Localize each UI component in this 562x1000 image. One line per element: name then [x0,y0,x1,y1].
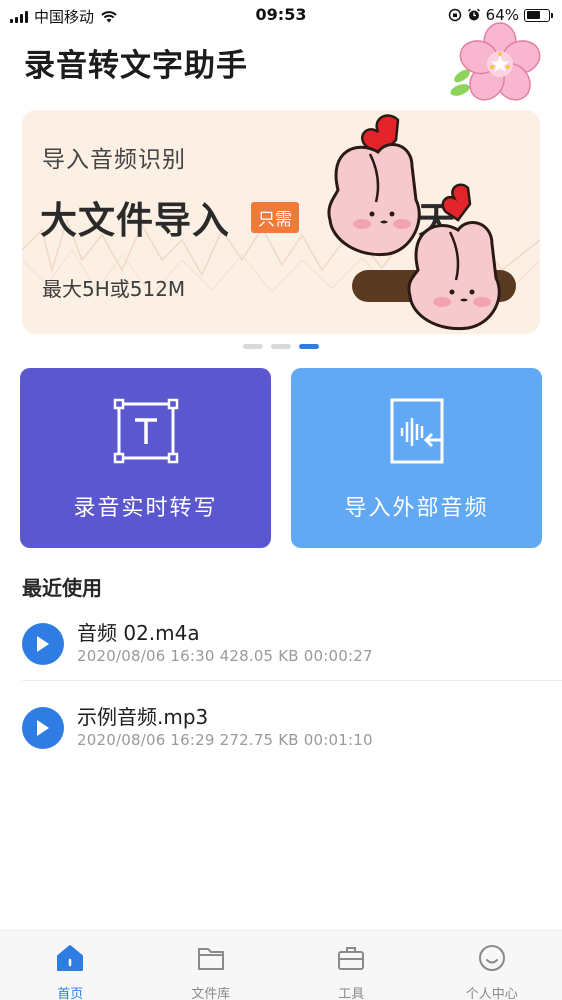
alarm-icon [467,8,480,21]
text-frame-icon [113,398,178,464]
file-meta: 2020/08/06 16:29 272.75 KB 00:01:10 [77,731,373,749]
file-name: 音频 02.m4a [77,621,200,645]
recent-file-item[interactable]: 音频 02.m4a 2020/08/06 16:30 428.05 KB 00:… [0,610,562,690]
pager-dot [271,344,291,349]
banner-headline: 大文件导入 [40,199,230,242]
battery-level [526,11,540,19]
recent-file-item[interactable]: 示例音频.mp3 2020/08/06 16:29 272.75 KB 00:0… [0,694,562,774]
tab-tools[interactable]: 工具 [281,931,422,1000]
record-realtime-card[interactable]: 录音实时转写 [20,368,271,548]
import-audio-file-icon [390,398,443,464]
play-icon [37,720,49,736]
record-realtime-label: 录音实时转写 [73,496,218,521]
flower-sticker-icon[interactable] [440,22,548,108]
tab-label: 个人中心 [465,987,518,1000]
tab-label: 文件库 [191,987,231,1000]
play-icon [37,636,49,652]
app-title: 录音转文字助手 [24,48,248,84]
folder-icon [197,948,224,970]
import-audio-card[interactable]: 导入外部音频 [291,368,542,548]
list-divider [22,680,562,681]
toolbox-icon [338,947,365,970]
pager-dot [299,344,319,349]
finger-heart-sticker-icon [327,114,501,331]
pager-dot [243,344,263,349]
bottom-tab-bar: 首页 文件库 工具 个人中心 [0,930,562,1000]
battery-icon [524,8,553,22]
banner-pager [0,344,562,349]
file-name: 示例音频.mp3 [77,705,209,729]
profile-icon [478,945,505,971]
import-audio-label: 导入外部音频 [344,496,489,521]
file-meta: 2020/08/06 16:30 428.05 KB 00:00:27 [77,647,373,665]
home-icon [57,945,84,971]
tab-label: 首页 [57,987,84,1000]
promo-banner[interactable]: 导入音频识别 大文件导入 只需 天 最大5H或512M [22,110,540,334]
orientation-lock-icon [448,8,461,22]
play-button[interactable] [22,707,64,749]
banner-limit-text: 最大5H或512M [42,277,186,301]
tab-files[interactable]: 文件库 [141,931,282,1000]
tab-label: 工具 [338,987,365,1000]
banner-tag: 只需 [251,202,299,233]
tab-home[interactable]: 首页 [0,931,141,1000]
play-button[interactable] [22,623,64,665]
banner-subtitle: 导入音频识别 [42,147,186,173]
recent-section-title: 最近使用 [22,576,102,600]
tab-profile[interactable]: 个人中心 [422,931,562,1000]
